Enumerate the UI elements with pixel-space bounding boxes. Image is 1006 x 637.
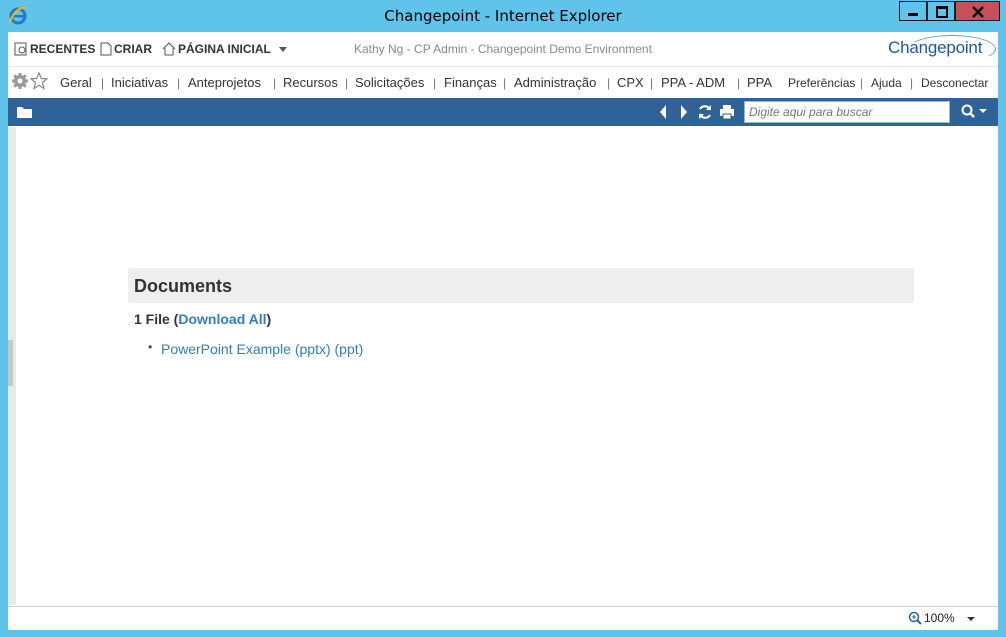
- nav-item-solicitacoes[interactable]: Solicitações: [355, 75, 424, 90]
- nav-item-geral[interactable]: Geral: [60, 75, 92, 90]
- close-button[interactable]: [955, 1, 1000, 21]
- nav-item-iniciativas[interactable]: Iniciativas: [111, 75, 168, 90]
- nav-item-financas[interactable]: Finanças: [444, 75, 497, 90]
- nav-item-desconectar[interactable]: Desconectar: [921, 76, 988, 90]
- recent-icon: [14, 42, 27, 56]
- create-icon: [100, 42, 112, 56]
- create-label: CRIAR: [114, 42, 152, 56]
- forward-arrow-icon[interactable]: [679, 104, 689, 120]
- file-count: 1 File (Download All): [134, 311, 271, 327]
- folder-icon[interactable]: [16, 105, 33, 119]
- nav-separator: |: [607, 76, 611, 90]
- user-info: Kathy Ng - CP Admin - Changepoint Demo E…: [354, 42, 652, 56]
- content-pane: Documents 1 File (Download All) • PowerP…: [8, 127, 998, 605]
- file-list: • PowerPoint Example (pptx) (ppt): [148, 340, 363, 357]
- title-bar: Changepoint - Internet Explorer: [0, 0, 1006, 32]
- nav-item-administracao[interactable]: Administração: [514, 75, 596, 90]
- nav-separator: |: [910, 76, 914, 90]
- nav-separator: |: [101, 76, 105, 90]
- client-area: RECENTES CRIAR PÁGINA INICIAL Kathy Ng -…: [8, 32, 998, 630]
- zoom-level: 100%: [924, 611, 955, 625]
- nav-separator: |: [503, 76, 507, 90]
- nav-separator: |: [345, 76, 349, 90]
- nav-item-cpx[interactable]: CPX: [617, 75, 644, 90]
- changepoint-logo: Changepoint: [888, 35, 996, 63]
- nav-separator: |: [860, 76, 864, 90]
- back-arrow-icon[interactable]: [658, 104, 668, 120]
- star-icon[interactable]: [30, 72, 48, 90]
- window-title: Changepoint - Internet Explorer: [384, 7, 622, 25]
- nav-item-recursos[interactable]: Recursos: [283, 75, 338, 90]
- refresh-icon[interactable]: [697, 104, 713, 120]
- nav-separator: |: [433, 76, 437, 90]
- nav-item-ajuda[interactable]: Ajuda: [871, 76, 902, 90]
- home-menu-button[interactable]: PÁGINA INICIAL: [162, 42, 292, 56]
- gear-icon[interactable]: [11, 72, 29, 90]
- download-all-link[interactable]: Download All: [178, 311, 266, 327]
- search-icon[interactable]: [961, 104, 991, 120]
- status-bar: 100%: [8, 606, 998, 630]
- app-topbar: RECENTES CRIAR PÁGINA INICIAL Kathy Ng -…: [8, 32, 998, 67]
- main-nav: Geral | Iniciativas | Anteprojetos | Rec…: [8, 67, 998, 97]
- nav-item-ppa[interactable]: PPA: [747, 75, 772, 90]
- home-icon: [162, 42, 176, 56]
- splitter-handle[interactable]: [8, 340, 13, 386]
- nav-item-ppa-adm[interactable]: PPA - ADM: [661, 75, 725, 90]
- nav-separator: |: [650, 76, 654, 90]
- nav-item-preferencias[interactable]: Preferências: [788, 76, 855, 90]
- maximize-button[interactable]: [927, 1, 955, 21]
- search-input[interactable]: [744, 101, 950, 123]
- nav-item-anteprojetos[interactable]: Anteprojetos: [188, 75, 261, 90]
- nav-separator: |: [273, 76, 277, 90]
- nav-separator: |: [737, 76, 741, 90]
- recent-label: RECENTES: [30, 42, 96, 56]
- file-count-prefix: 1 File (: [134, 311, 179, 327]
- print-icon[interactable]: [719, 104, 735, 120]
- documents-title: Documents: [134, 276, 233, 296]
- create-button[interactable]: CRIAR: [100, 42, 152, 56]
- chevron-down-icon: [278, 47, 287, 52]
- nav-separator: |: [177, 76, 181, 90]
- chevron-down-icon[interactable]: [966, 616, 976, 622]
- minimize-button[interactable]: [899, 1, 927, 21]
- home-label: PÁGINA INICIAL: [178, 42, 271, 56]
- content-toolbar: [8, 98, 998, 126]
- documents-header: Documents: [128, 268, 914, 303]
- file-link[interactable]: PowerPoint Example (pptx) (ppt): [161, 341, 363, 357]
- zoom-control[interactable]: 100%: [908, 611, 955, 625]
- browser-window: Changepoint - Internet Explorer RECENTES…: [0, 0, 1006, 637]
- close-icon: [972, 6, 984, 18]
- recent-button[interactable]: RECENTES: [14, 42, 95, 56]
- zoom-icon: [908, 611, 922, 625]
- file-count-suffix: ): [266, 311, 272, 327]
- list-bullet: •: [148, 340, 153, 354]
